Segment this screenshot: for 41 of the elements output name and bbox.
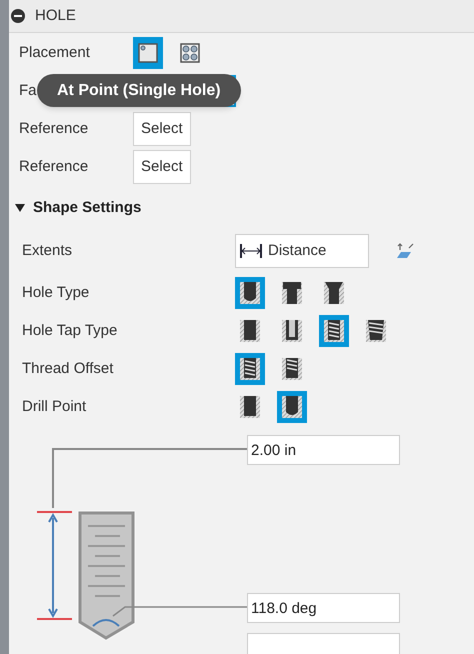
select-button[interactable]: Select (133, 112, 191, 146)
hole-profile-icon (240, 396, 260, 418)
value-field[interactable]: 2.00 in (247, 435, 400, 465)
option-button[interactable] (133, 37, 163, 69)
collapse-icon[interactable] (11, 9, 25, 23)
row-label: Placement (19, 44, 90, 61)
row-label: Reference (19, 158, 88, 175)
row-label: Drill Point (22, 396, 88, 417)
option-button[interactable] (235, 353, 265, 385)
row-label: Fa (19, 82, 37, 99)
option-button[interactable] (319, 315, 349, 347)
row-label: Hole Tap Type (22, 320, 118, 341)
hole-profile-icon (240, 320, 260, 342)
row-label: Extents (22, 240, 74, 261)
input-field[interactable] (247, 633, 400, 654)
expand-triangle-icon[interactable] (15, 203, 25, 213)
hole-profile-icon (282, 358, 302, 380)
dropdown-value: Distance (268, 240, 326, 261)
value-field[interactable]: 118.0 deg (247, 593, 400, 623)
select-button[interactable]: Select (133, 150, 191, 184)
hole-profile-icon (282, 320, 302, 342)
hole-profile-icon (324, 320, 344, 342)
row-label: Hole Type (22, 282, 90, 303)
hole-profile-icon (366, 320, 386, 342)
flip-direction-icon[interactable] (395, 242, 415, 260)
option-button[interactable] (235, 277, 265, 309)
circles-grid-icon (180, 43, 200, 63)
square-icon (138, 43, 158, 63)
hole-profile-icon (282, 396, 302, 418)
hole-profile-icon (282, 282, 302, 304)
section-title: Shape Settings (33, 198, 142, 218)
option-button[interactable] (277, 391, 307, 423)
hole-profile-icon (240, 282, 260, 304)
row-label: Reference (19, 120, 88, 137)
extents-dropdown[interactable]: Distance (235, 234, 369, 268)
panel-title: HOLE (35, 6, 76, 26)
hole-profile-icon (240, 358, 260, 380)
distance-icon (239, 243, 263, 259)
row-label: Thread Offset (22, 358, 114, 379)
hole-profile-icon (324, 282, 344, 304)
tooltip: At Point (Single Hole) (37, 74, 241, 107)
